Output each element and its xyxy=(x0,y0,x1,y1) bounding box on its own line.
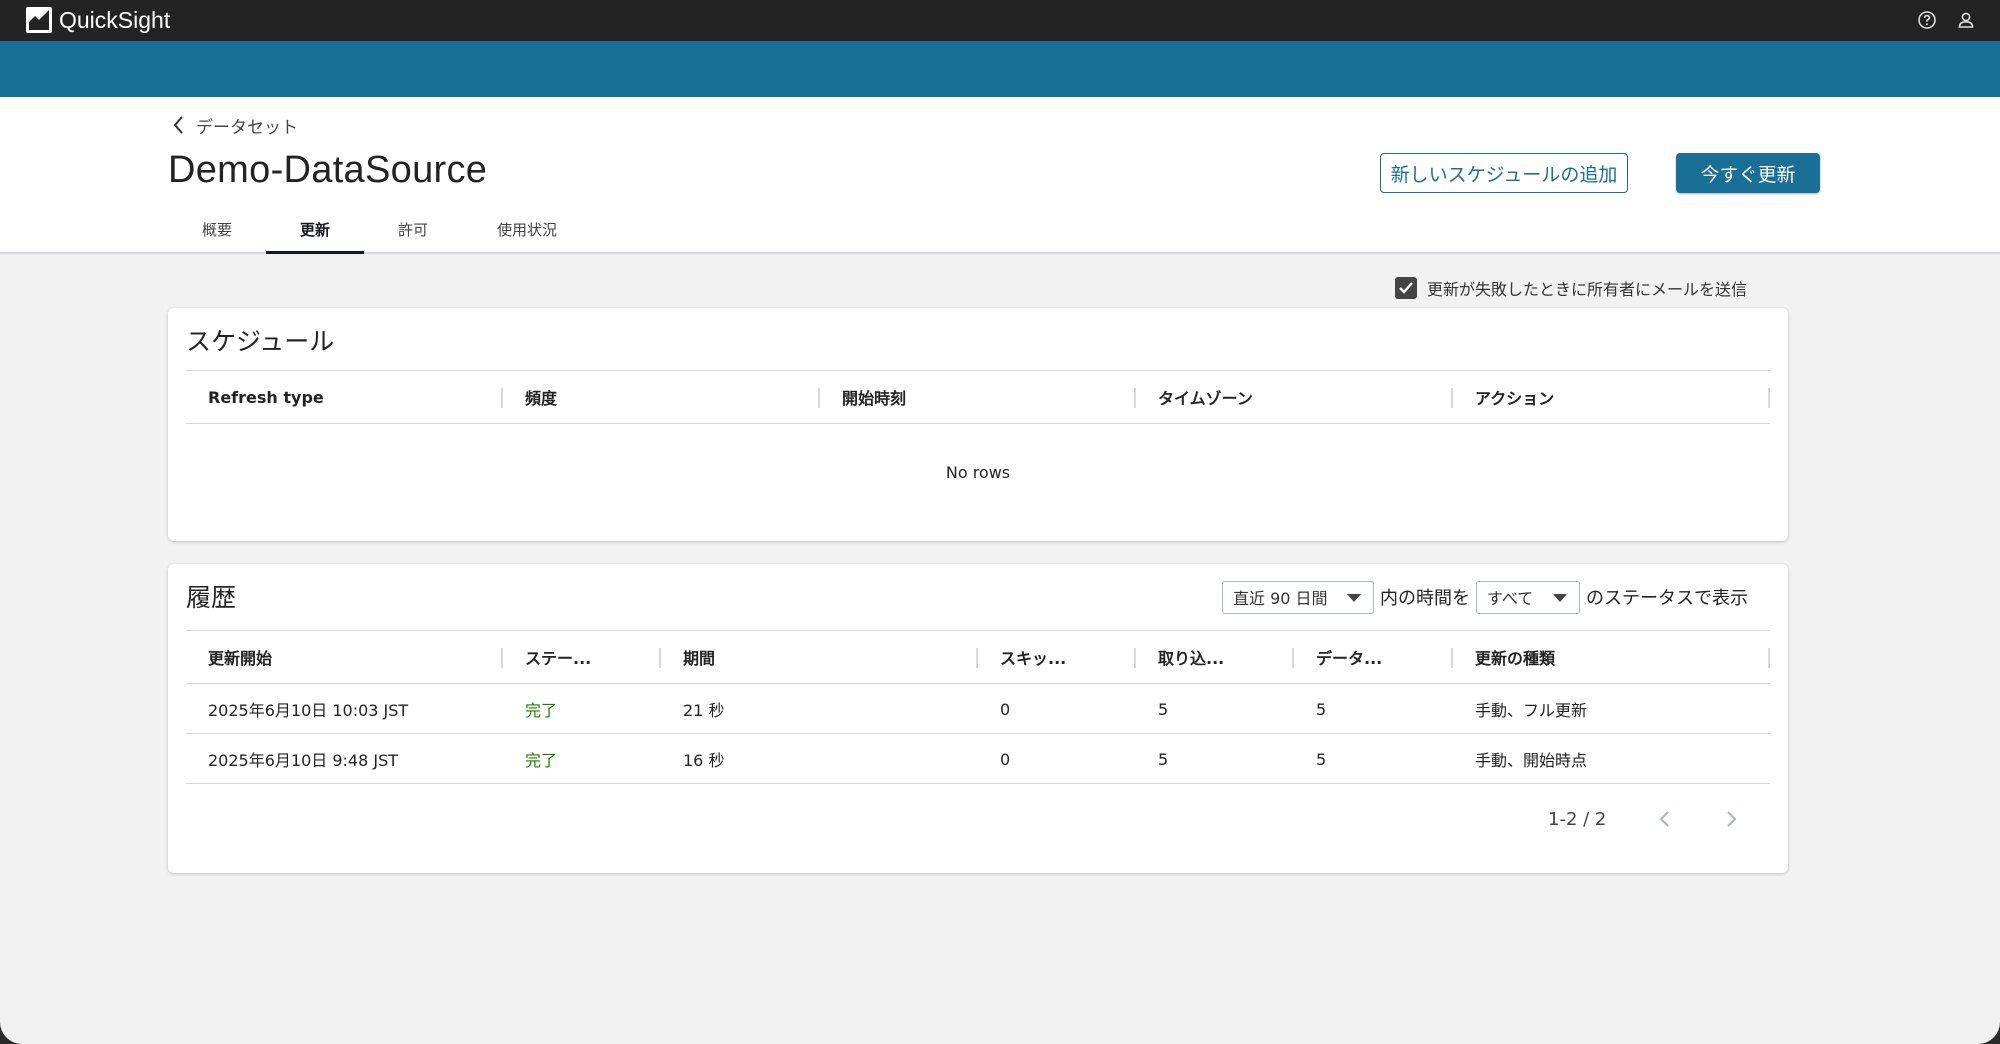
table-cell: 5 xyxy=(1316,699,1327,719)
refresh-now-button[interactable]: 今すぐ更新 xyxy=(1676,153,1820,193)
column-header[interactable]: 頻度 xyxy=(503,371,820,423)
column-header[interactable]: 期間 xyxy=(661,631,978,683)
status-cell: 完了 xyxy=(525,751,558,770)
chevron-right-icon[interactable] xyxy=(1720,808,1742,830)
chevron-left-icon[interactable] xyxy=(1654,808,1676,830)
table-cell: 2025年6月10日 10:03 JST xyxy=(208,701,409,720)
table-cell: 手動、開始時点 xyxy=(1475,751,1588,770)
caret-down-icon xyxy=(1553,593,1567,602)
help-icon[interactable] xyxy=(1916,9,1938,31)
table-cell: 手動、フル更新 xyxy=(1475,701,1588,720)
table-row: 2025年6月10日 10:03 JST 完了 21 秒 0 5 5 手動、フル… xyxy=(186,684,1770,734)
add-schedule-button[interactable]: 新しいスケジュールの追加 xyxy=(1380,153,1628,193)
column-header[interactable]: スキッ... xyxy=(978,631,1136,683)
filter-text-end: のステータスで表示 xyxy=(1586,588,1748,609)
schedule-card: スケジュール Refresh type 頻度 開始時刻 タイムゾーン アクション… xyxy=(168,308,1788,541)
page-title: Demo-DataSource xyxy=(168,149,488,191)
app-brand[interactable]: QuickSight xyxy=(59,6,170,34)
table-cell: 16 秒 xyxy=(683,751,725,770)
tab-usage[interactable]: 使用状況 xyxy=(462,207,592,252)
filter-text-mid: 内の時間を xyxy=(1380,588,1470,609)
time-range-select[interactable]: 直近 90 日間 xyxy=(1222,580,1374,614)
table-cell: 0 xyxy=(1000,699,1011,719)
app-window: QuickSight データセット Demo-DataSource 新しいスケジ… xyxy=(0,0,2000,1044)
tab-list: 概要 更新 許可 使用状況 xyxy=(168,207,592,254)
breadcrumb-label[interactable]: データセット xyxy=(196,113,298,138)
column-header[interactable]: アクション xyxy=(1453,371,1770,423)
pagination-count: 1-2 / 2 xyxy=(1548,808,1607,830)
checkmark-icon xyxy=(1399,282,1413,294)
column-header[interactable]: Refresh type xyxy=(186,371,503,423)
schedule-table-header: Refresh type 頻度 開始時刻 タイムゾーン アクション xyxy=(186,370,1770,424)
column-header[interactable]: ステー... xyxy=(503,631,661,683)
table-row: 2025年6月10日 9:48 JST 完了 16 秒 0 5 5 手動、開始時… xyxy=(186,734,1770,784)
header-band xyxy=(0,41,2000,97)
table-cell: 5 xyxy=(1158,749,1169,769)
email-on-failure-checkbox[interactable] xyxy=(1395,277,1417,299)
breadcrumb[interactable]: データセット xyxy=(172,113,298,138)
table-cell: 2025年6月10日 9:48 JST xyxy=(208,751,399,770)
status-select[interactable]: すべて xyxy=(1476,580,1580,614)
top-navigation-bar: QuickSight xyxy=(0,0,2000,41)
tab-refresh[interactable]: 更新 xyxy=(266,207,364,254)
schedule-title: スケジュール xyxy=(186,327,335,356)
status-cell: 完了 xyxy=(525,701,558,720)
empty-table-message: No rows xyxy=(945,463,1011,482)
column-header[interactable]: タイムゾーン xyxy=(1136,371,1453,423)
table-cell: 21 秒 xyxy=(683,701,725,720)
column-header[interactable]: 更新の種類 xyxy=(1453,631,1770,683)
email-notification-option: 更新が失敗したときに所有者にメールを送信 xyxy=(1395,276,1747,300)
chevron-left-icon xyxy=(173,116,183,134)
caret-down-icon xyxy=(1347,593,1361,602)
tab-permissions[interactable]: 許可 xyxy=(364,207,462,252)
column-header[interactable]: 取り込... xyxy=(1136,631,1294,683)
quicksight-logo-icon[interactable] xyxy=(26,7,52,33)
page-header: データセット Demo-DataSource 新しいスケジュールの追加 今すぐ更… xyxy=(0,97,2000,254)
email-on-failure-label[interactable]: 更新が失敗したときに所有者にメールを送信 xyxy=(1427,276,1747,300)
table-cell: 0 xyxy=(1000,749,1011,769)
pagination: 1-2 / 2 xyxy=(1548,804,1786,834)
history-table-header: 更新開始 ステー... 期間 スキッ... 取り込... データ... 更新の種… xyxy=(186,630,1770,684)
column-header[interactable]: 更新開始 xyxy=(186,631,503,683)
tab-overview[interactable]: 概要 xyxy=(168,207,266,252)
history-card: 履歴 直近 90 日間 内の時間を すべて のステータスで表示 更新開始 ステー… xyxy=(168,564,1788,873)
user-icon[interactable] xyxy=(1955,9,1977,31)
table-cell: 5 xyxy=(1316,749,1327,769)
column-header[interactable]: データ... xyxy=(1294,631,1453,683)
table-cell: 5 xyxy=(1158,699,1169,719)
history-title: 履歴 xyxy=(186,583,237,612)
history-filter: 直近 90 日間 内の時間を すべて のステータスで表示 xyxy=(1222,580,1754,614)
column-header[interactable]: 開始時刻 xyxy=(820,371,1136,423)
